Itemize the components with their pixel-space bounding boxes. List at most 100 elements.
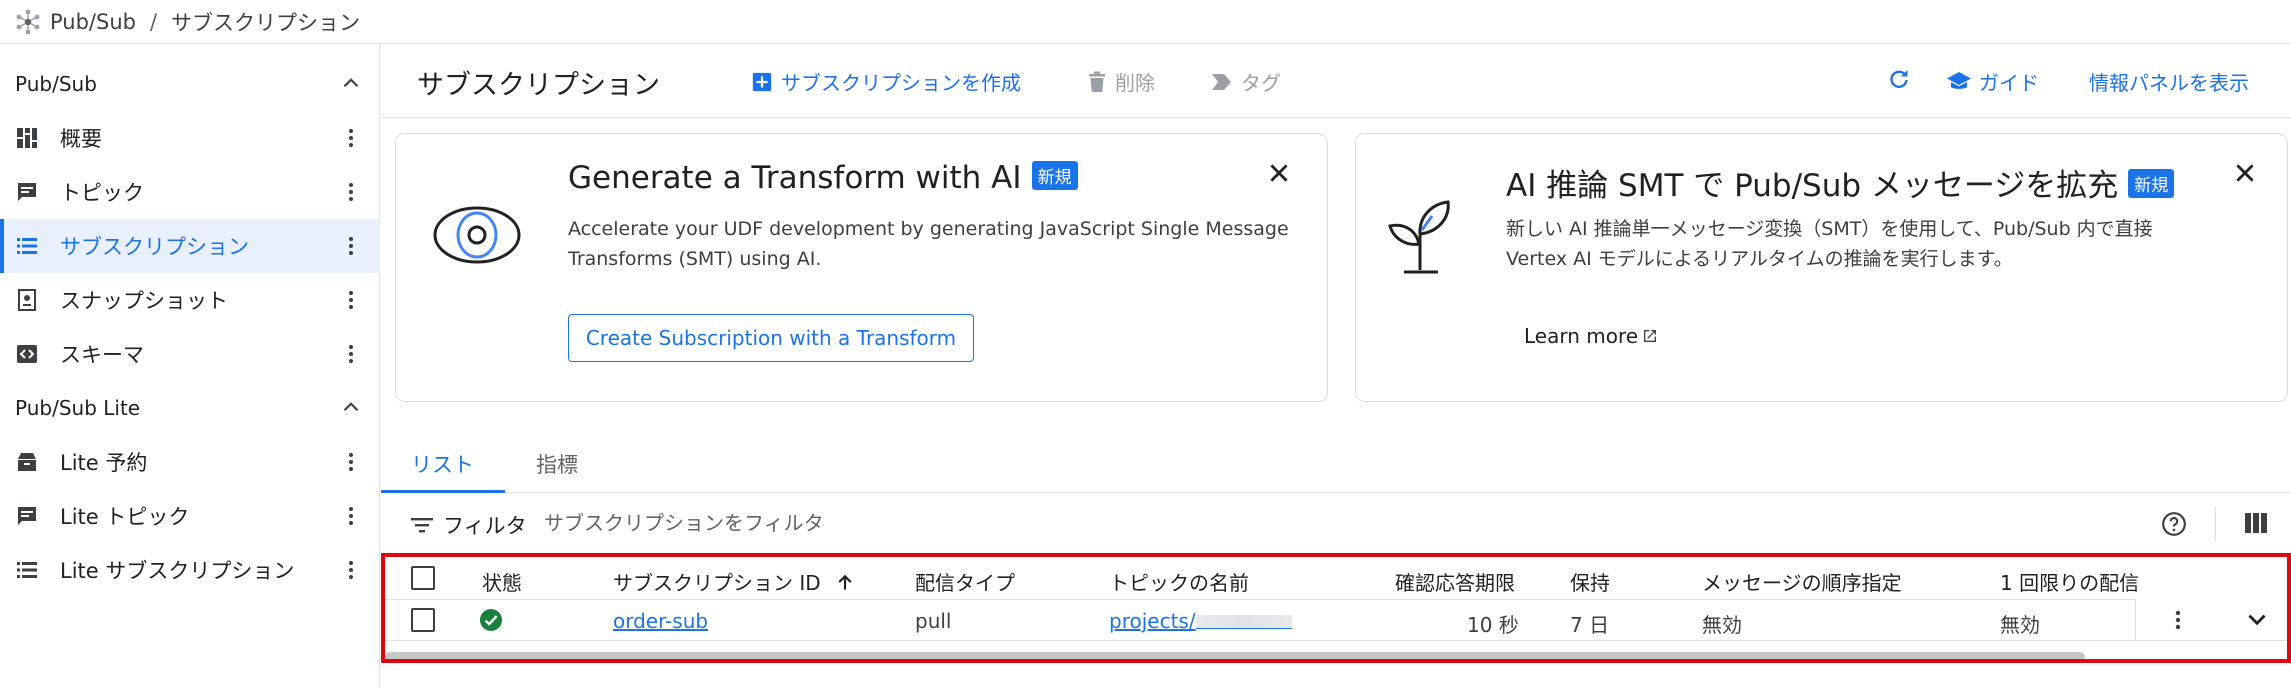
topic-name-link[interactable]: projects/ (1109, 609, 1292, 633)
delete-button[interactable]: 削除 (1087, 67, 1155, 96)
trash-icon (1089, 71, 1105, 92)
column-header-retention[interactable]: 保持 (1570, 567, 1610, 596)
sidebar-item-label: Lite 予約 (60, 451, 148, 475)
ack-deadline-value: 10 秒 (1467, 613, 1519, 637)
chevron-up-icon (343, 402, 359, 412)
filter-button[interactable]: フィルタ (411, 510, 527, 540)
more-vert-icon[interactable] (339, 342, 363, 366)
chevron-down-icon[interactable] (2244, 607, 2270, 633)
column-header-ack-deadline[interactable]: 確認応答期限 (1395, 567, 1515, 596)
page-title: サブスクリプション (417, 70, 660, 101)
redacted-topic-text (1195, 615, 1292, 629)
toolbar-divider (2215, 507, 2216, 541)
guide-button[interactable]: ガイド (1947, 67, 2039, 96)
sidebar-item-lite-subscriptions[interactable]: Lite サブスクリプション (0, 543, 380, 597)
arrow-upward-icon (838, 574, 852, 590)
sidebar-item-snapshots[interactable]: スナップショット (0, 273, 380, 327)
tab-metrics[interactable]: 指標 (536, 449, 578, 479)
card-description-line: Vertex AI モデルによるリアルタイムの推論を実行します。 (1506, 248, 2013, 270)
close-icon[interactable] (2232, 160, 2258, 186)
horizontal-scrollbar[interactable] (385, 652, 2085, 659)
column-header-exactly-once[interactable]: 1 回限りの配信 (2000, 567, 2139, 596)
subscription-id-link[interactable]: order-sub (613, 609, 708, 633)
learn-more-label: Learn more (1524, 324, 1639, 348)
more-vert-icon[interactable] (339, 450, 363, 474)
reservation-icon (18, 453, 36, 471)
sidebar-section-pubsub[interactable]: Pub/Sub (0, 57, 380, 111)
ai-inference-smt-card: AI 推論 SMT で Pub/Sub メッセージを拡充 新規 新しい AI 推論… (1355, 133, 2288, 402)
breadcrumb-root[interactable]: Pub/Sub (50, 10, 136, 34)
open-in-new-icon (1644, 330, 1657, 342)
filter-list-icon (411, 518, 433, 533)
tag-button[interactable]: タグ (1211, 67, 1281, 96)
column-header-topic-name[interactable]: トピックの名前 (1109, 567, 1249, 596)
check-circle-icon (480, 609, 502, 631)
sprout-icon (1388, 200, 1450, 274)
sidebar-section-pubsub-lite[interactable]: Pub/Sub Lite (0, 381, 380, 435)
column-header-message-ordering[interactable]: メッセージの順序指定 (1702, 567, 1902, 596)
help-icon[interactable] (2161, 511, 2187, 537)
ai-transform-card: Generate a Transform with AI 新規 Accelerat… (395, 133, 1328, 402)
more-vert-icon[interactable] (339, 180, 363, 204)
show-info-panel-button[interactable]: 情報パネルを表示 (2089, 67, 2249, 96)
column-header-status[interactable]: 状態 (482, 567, 522, 596)
sidebar-section-label: Pub/Sub Lite (15, 396, 141, 420)
eye-icon (433, 206, 521, 264)
more-vert-icon[interactable] (339, 234, 363, 258)
close-icon[interactable] (1266, 160, 1292, 186)
card-title: Generate a Transform with AI 新規 (568, 160, 1078, 196)
breadcrumb: Pub/Sub / サブスクリプション (0, 0, 2291, 44)
filter-input[interactable] (544, 507, 1844, 539)
more-vert-icon[interactable] (339, 126, 363, 150)
sidebar-item-label: スナップショット (60, 289, 228, 313)
refresh-icon (1890, 70, 1908, 88)
sidebar-item-overview[interactable]: 概要 (0, 111, 380, 165)
breadcrumb-current: サブスクリプション (171, 10, 361, 35)
create-subscription-with-transform-button[interactable]: Create Subscription with a Transform (568, 314, 974, 362)
snapshot-icon (18, 289, 36, 311)
card-title-text: Generate a Transform with AI (568, 160, 1022, 196)
chevron-up-icon (343, 78, 359, 88)
sidebar-item-topics[interactable]: トピック (0, 165, 380, 219)
sidebar-item-subscriptions[interactable]: サブスクリプション (0, 219, 380, 273)
column-header-delivery-type[interactable]: 配信タイプ (915, 567, 1015, 596)
more-vert-icon[interactable] (2166, 607, 2190, 633)
new-badge: 新規 (2128, 169, 2175, 198)
card-description: 新しい AI 推論単一メッセージ変換（SMT）を使用して、Pub/Sub 内で直… (1506, 214, 2153, 274)
school-icon (1947, 71, 1971, 89)
more-vert-icon[interactable] (339, 288, 363, 312)
list-icon (17, 238, 37, 254)
column-header-label: サブスクリプション ID (613, 571, 821, 595)
row-actions (2135, 599, 2287, 640)
sidebar-item-label: Lite サブスクリプション (60, 559, 295, 583)
row-divider (385, 640, 2287, 641)
sidebar: Pub/Sub 概要 トピック サブスクリプション スナップショット スキーマ … (0, 45, 380, 688)
column-display-icon[interactable] (2245, 511, 2267, 535)
guide-label: ガイド (1979, 71, 2039, 95)
tab-list[interactable]: リスト (411, 449, 474, 479)
select-all-checkbox[interactable] (411, 566, 435, 590)
filter-bar: フィルタ (381, 493, 2291, 553)
card-description-line: 新しい AI 推論単一メッセージ変換（SMT）を使用して、Pub/Sub 内で直… (1506, 218, 2153, 240)
card-description-line: Transforms (SMT) using AI. (568, 248, 822, 270)
exactly-once-value: 無効 (2000, 613, 2040, 637)
create-subscription-button[interactable]: サブスクリプションを作成 (751, 67, 1021, 96)
sidebar-item-lite-topics[interactable]: Lite トピック (0, 489, 380, 543)
sidebar-item-label: サブスクリプション (60, 235, 249, 259)
message-ordering-value: 無効 (1702, 613, 1742, 637)
more-vert-icon[interactable] (339, 558, 363, 582)
show-info-panel-label: 情報パネルを表示 (2089, 71, 2249, 95)
new-badge: 新規 (1031, 161, 1078, 190)
sidebar-item-label: Lite トピック (60, 505, 190, 529)
row-checkbox[interactable] (411, 608, 435, 632)
delivery-type-value: pull (915, 609, 952, 633)
more-vert-icon[interactable] (339, 504, 363, 528)
delete-label: 削除 (1115, 71, 1155, 95)
sidebar-item-schemas[interactable]: スキーマ (0, 327, 380, 381)
tag-icon (1212, 73, 1231, 90)
column-header-subscription-id[interactable]: サブスクリプション ID (613, 567, 855, 596)
refresh-button[interactable] (1887, 67, 1919, 91)
sidebar-item-lite-reservations[interactable]: Lite 予約 (0, 435, 380, 489)
filter-label: フィルタ (443, 514, 527, 538)
learn-more-link[interactable]: Learn more (1524, 324, 1658, 348)
